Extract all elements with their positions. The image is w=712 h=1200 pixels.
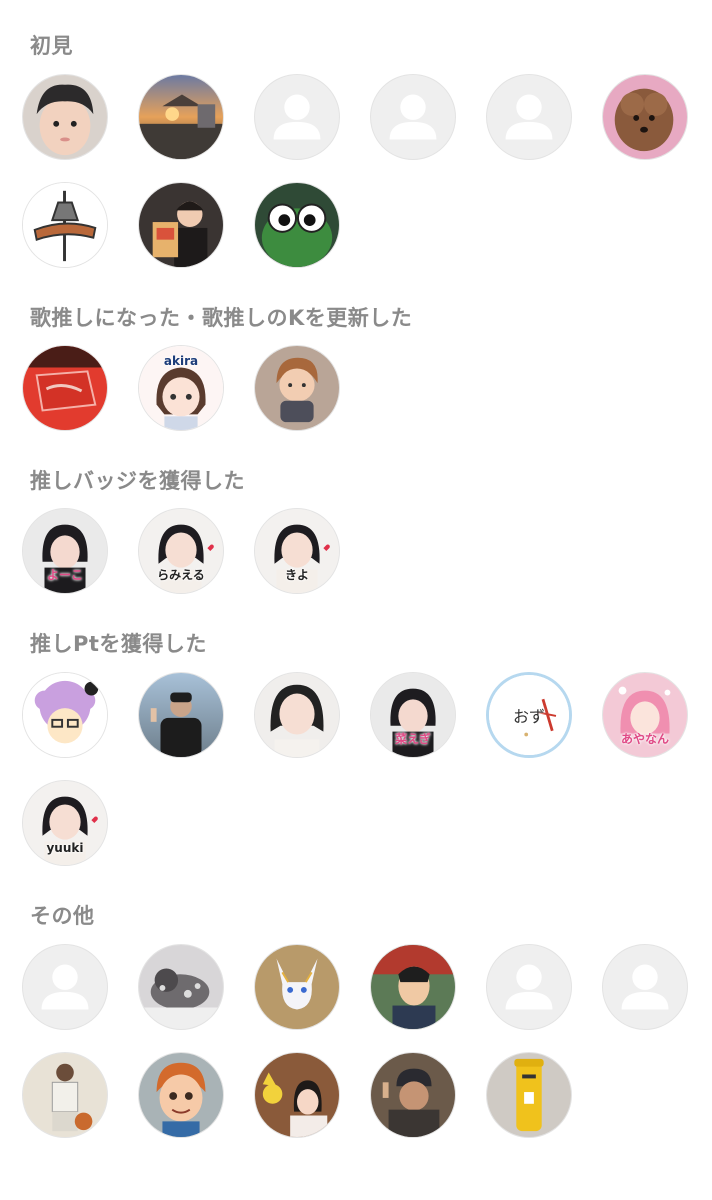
section-title-song-oshi: 歌推しになった・歌推しのKを更新した [30, 306, 413, 330]
section-title-others: その他 [30, 904, 95, 928]
avatar-name-label: yuuki [46, 841, 84, 855]
user-avatar[interactable] [22, 182, 108, 268]
ukiyoe-portrait-icon [371, 945, 455, 1029]
default-user-icon [621, 964, 669, 1010]
poodle-photo-icon [603, 75, 687, 159]
user-avatar[interactable]: きよ [254, 508, 340, 594]
cartoon-boy-icon [139, 1053, 223, 1137]
user-avatar[interactable] [370, 944, 456, 1030]
default-user-icon [41, 964, 89, 1010]
avatar-name-label: おず [512, 707, 545, 726]
dog-photo-icon [139, 945, 223, 1029]
user-avatar[interactable] [138, 182, 224, 268]
user-avatar[interactable] [22, 672, 108, 758]
user-avatar[interactable] [602, 74, 688, 160]
user-avatar[interactable] [22, 345, 108, 431]
basketball-player-icon [23, 1053, 107, 1137]
user-avatar[interactable] [22, 74, 108, 160]
user-avatar-placeholder[interactable] [22, 944, 108, 1030]
default-user-icon [505, 94, 553, 140]
avatar-name-label: らみえる [157, 568, 205, 582]
user-avatar[interactable] [254, 944, 340, 1030]
user-avatar[interactable] [138, 74, 224, 160]
sunset-photo-icon [139, 75, 223, 159]
user-avatar[interactable] [138, 1052, 224, 1138]
user-avatar-placeholder[interactable] [486, 74, 572, 160]
default-user-icon [505, 964, 553, 1010]
default-user-icon [273, 94, 321, 140]
user-avatar[interactable] [254, 345, 340, 431]
user-avatar[interactable] [254, 672, 340, 758]
user-avatar[interactable]: 菜えぎ [370, 672, 456, 758]
section-title-oshi-pt: 推しPtを獲得した [30, 632, 207, 656]
frog-plush-icon [255, 183, 339, 267]
curly-hair-illustration-icon [23, 673, 107, 757]
user-avatar[interactable]: らみえる [138, 508, 224, 594]
user-avatar-placeholder[interactable] [602, 944, 688, 1030]
default-user-icon [389, 94, 437, 140]
user-avatar[interactable]: あやなん [602, 672, 688, 758]
red-box-photo-icon [23, 346, 107, 430]
user-avatar[interactable]: yuuki [22, 780, 108, 866]
yellow-postbox-icon [487, 1053, 571, 1137]
user-avatar-placeholder[interactable] [486, 944, 572, 1030]
person-photo-icon [139, 183, 223, 267]
avatar-name-label: よーこ [46, 568, 83, 582]
fox-figurine-icon [255, 945, 339, 1029]
user-avatar[interactable] [138, 672, 224, 758]
avatar-name-label: 菜えぎ [395, 732, 431, 746]
baby-photo-icon [23, 75, 107, 159]
avatar-name-label: きよ [284, 568, 309, 582]
man-peace-sign-icon [371, 1053, 455, 1137]
chibi-figure-icon [255, 346, 339, 430]
user-avatar[interactable] [254, 182, 340, 268]
user-avatar-placeholder[interactable] [254, 74, 340, 160]
avatar-name-label: akira [163, 354, 199, 368]
avatar-name-label: あやなん [620, 732, 669, 746]
user-avatar[interactable] [370, 1052, 456, 1138]
user-avatar[interactable]: akira [138, 345, 224, 431]
user-avatar-placeholder[interactable] [370, 74, 456, 160]
user-avatar[interactable] [22, 1052, 108, 1138]
section-title-first-visit: 初見 [30, 34, 73, 58]
bell-skewer-icon [23, 183, 107, 267]
user-avatar[interactable]: よーこ [22, 508, 108, 594]
girl-with-plush-icon [255, 1053, 339, 1137]
user-avatar[interactable] [254, 1052, 340, 1138]
user-avatar[interactable]: おず [486, 672, 572, 758]
section-title-oshi-badge: 推しバッジを獲得した [30, 469, 245, 493]
girl-photo-icon [255, 673, 339, 757]
man-photo-icon [139, 673, 223, 757]
user-avatar[interactable] [138, 944, 224, 1030]
user-avatar[interactable] [486, 1052, 572, 1138]
